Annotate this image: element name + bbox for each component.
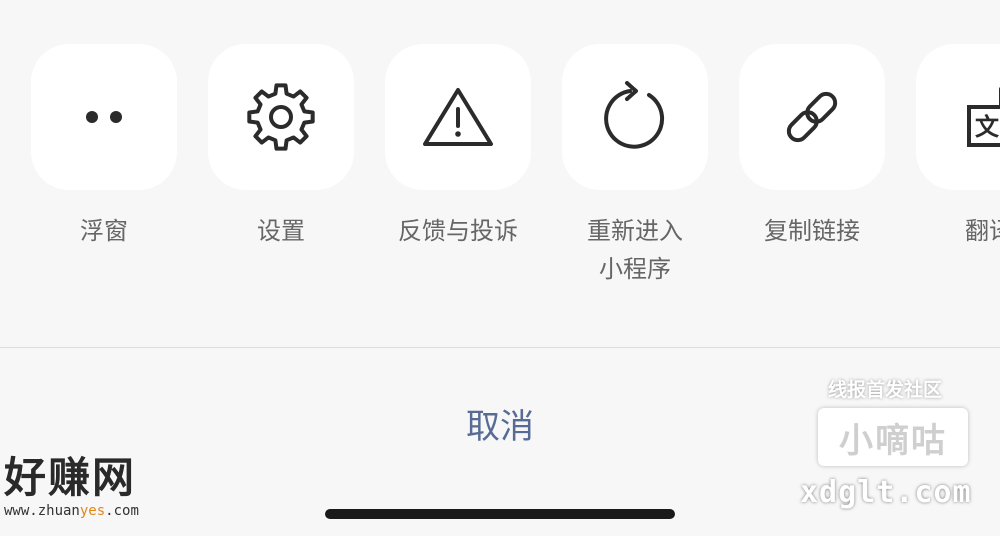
translate-label: 翻译 xyxy=(965,217,1000,245)
link-icon xyxy=(786,91,838,143)
dots-icon xyxy=(86,111,122,123)
watermark-left-url: www.zhuanyes.com xyxy=(4,503,194,519)
floating-window-label: 浮窗 xyxy=(80,217,128,245)
watermark-url-prefix: www.zhuan xyxy=(4,503,80,519)
svg-text:文: 文 xyxy=(975,113,1000,141)
watermark-url-suffix: .com xyxy=(105,503,139,519)
action-copy-link[interactable]: 复制链接 xyxy=(739,44,885,250)
action-sheet: 浮窗 设置 反馈与投诉 重新进入 小程序 复制链接 文 翻 取消 好赚网 www… xyxy=(0,0,1000,536)
watermark-right: 线报首发社区 小嘀咕 xdglt.com xyxy=(800,372,990,522)
settings-label: 设置 xyxy=(257,217,305,245)
feedback-label: 反馈与投诉 xyxy=(398,217,518,245)
reenter-label-line2: 小程序 xyxy=(599,255,671,283)
copy-link-tile[interactable] xyxy=(739,44,885,190)
action-row: 浮窗 设置 反馈与投诉 重新进入 小程序 复制链接 文 翻 xyxy=(0,0,1000,348)
cancel-button[interactable]: 取消 xyxy=(420,396,580,450)
refresh-icon xyxy=(604,81,665,149)
translate-tile[interactable]: 文 xyxy=(916,44,1000,190)
feedback-tile[interactable] xyxy=(385,44,531,190)
watermark-right-brand: 小嘀咕 xyxy=(818,408,968,466)
translate-icon: 文 xyxy=(967,87,1000,147)
warning-icon xyxy=(423,88,493,146)
action-reenter-miniprogram[interactable]: 重新进入 小程序 xyxy=(562,44,708,288)
watermark-left: 好赚网 www.zhuanyes.com xyxy=(4,453,194,523)
watermark-right-tagline: 线报首发社区 xyxy=(827,379,942,401)
copy-link-label: 复制链接 xyxy=(764,217,860,245)
gear-icon xyxy=(247,83,315,151)
action-floating-window[interactable]: 浮窗 xyxy=(31,44,177,250)
home-indicator[interactable] xyxy=(325,509,675,519)
divider xyxy=(0,347,1000,348)
action-translate[interactable]: 文 翻译 xyxy=(916,44,1000,250)
watermark-url-highlight: yes xyxy=(79,503,106,519)
reenter-label: 重新进入 小程序 xyxy=(562,212,708,288)
action-feedback[interactable]: 反馈与投诉 xyxy=(385,44,531,250)
settings-tile[interactable] xyxy=(208,44,354,190)
reenter-tile[interactable] xyxy=(562,44,708,190)
action-settings[interactable]: 设置 xyxy=(208,44,354,250)
floating-window-tile[interactable] xyxy=(31,44,177,190)
watermark-left-title: 好赚网 xyxy=(4,453,137,502)
reenter-label-line1: 重新进入 xyxy=(587,217,683,245)
watermark-right-domain: xdglt.com xyxy=(800,475,972,510)
